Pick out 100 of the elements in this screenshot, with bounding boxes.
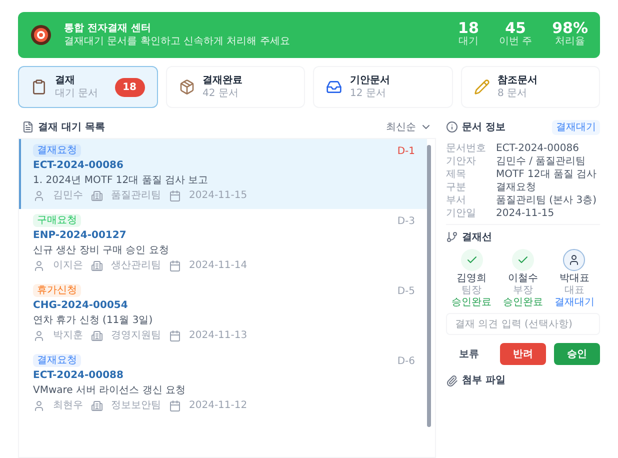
- stat-label: 이번 주: [498, 35, 532, 49]
- calendar-icon: [169, 260, 181, 272]
- field-label: 기안일: [446, 207, 477, 220]
- building-icon: [91, 190, 103, 202]
- author-name: 박지훈: [53, 329, 83, 342]
- department-name: 생산관리팀: [111, 259, 161, 272]
- department-name: 정보보안팀: [111, 399, 161, 412]
- approver-role: 대표: [564, 285, 584, 297]
- calendar-icon: [169, 400, 181, 412]
- inbox-icon: [326, 79, 342, 95]
- scrollbar[interactable]: [427, 145, 431, 427]
- tab-label: 결재완료: [202, 74, 244, 87]
- tab[interactable]: 결재완료 42 문서: [166, 66, 305, 108]
- field-value: 품질관리팀 (본사 3층): [496, 194, 597, 207]
- branch-icon: [446, 231, 458, 243]
- document-title: VMware 서버 라이선스 갱신 요청: [33, 384, 187, 397]
- field-value: 결재요청: [496, 181, 536, 194]
- field-label: 구분: [446, 181, 467, 194]
- tab[interactable]: 참조문서 8 문서: [460, 66, 600, 108]
- tab[interactable]: 결재 대기 문서 18: [18, 66, 158, 108]
- document-number: ECT-2024-00086: [33, 159, 124, 172]
- calendar-icon: [169, 190, 181, 202]
- tab-label: 기안문서: [350, 74, 391, 87]
- step-status: 승인완료: [452, 297, 492, 309]
- due-label: D-3: [397, 215, 415, 229]
- building-icon: [91, 330, 103, 342]
- document-date: 2024-11-14: [189, 259, 248, 272]
- department-name: 품질관리팀: [111, 189, 161, 202]
- sort-dropdown[interactable]: 최신순: [386, 120, 432, 134]
- document-tag: 결재요청: [33, 144, 81, 157]
- field-label: 제목: [446, 168, 467, 181]
- person-icon: [33, 190, 45, 202]
- approver-role: 부장: [512, 285, 533, 297]
- stat-value: 98%: [552, 21, 588, 35]
- document-date: 2024-11-13: [189, 329, 248, 342]
- calendar-icon: [169, 330, 181, 342]
- box-icon: [178, 79, 194, 95]
- document-tag: 결재요청: [33, 354, 81, 367]
- header-title: 통합 전자결재 센터: [64, 22, 152, 35]
- step-status: 승인완료: [502, 297, 543, 309]
- document-item[interactable]: 결재요청 ECT-2024-00086 1. 2024년 MOTF 12대 품질 검사 보고 김민수 품질관리팀 2024-11-15 D-1: [19, 139, 427, 209]
- field-label: 문서번호: [446, 142, 487, 155]
- header-subtitle: 결재대기 문서를 확인하고 신속하게 처리해 주세요: [64, 35, 291, 48]
- due-label: D-1: [397, 145, 415, 159]
- approver-name: 이철수: [508, 273, 538, 285]
- document-tag: 휴가신청: [33, 284, 81, 297]
- approver-name: 김영희: [456, 273, 487, 285]
- paperclip-icon: [446, 374, 458, 386]
- tab-label: 결재: [55, 74, 76, 87]
- document-title: 1. 2024년 MOTF 12대 품질 검사 보고: [33, 174, 210, 187]
- person-icon: [33, 260, 45, 272]
- document-title: 신규 생산 장비 구매 승인 요청: [33, 244, 170, 257]
- field-value: 2024-11-15: [496, 207, 554, 220]
- field-label: 기안자: [446, 155, 477, 168]
- pencil-icon: [474, 79, 490, 95]
- author-name: 최현우: [53, 399, 83, 412]
- tab-label: 참조문서: [498, 74, 538, 87]
- person-icon: [33, 330, 45, 342]
- tab[interactable]: 기안문서 12 문서: [313, 66, 452, 108]
- due-label: D-6: [397, 355, 415, 369]
- field-value: ECT-2024-00086: [496, 142, 579, 155]
- tab-subtitle: 12 문서: [350, 87, 387, 100]
- field-value: MOTF 12대 품질 검사: [496, 168, 597, 181]
- target-icon: [30, 24, 52, 46]
- comment-field[interactable]: 결재 의견 입력 (선택사항): [446, 313, 600, 335]
- document-title: 연차 휴가 신청 (11월 3일): [33, 314, 154, 327]
- info-icon: [446, 121, 458, 133]
- step-status: 결재대기: [554, 297, 594, 309]
- field-value: 김민수 / 품질관리팀: [496, 155, 586, 168]
- attachments-title: 첨부 파일: [462, 374, 506, 388]
- clipboard-icon: [31, 79, 47, 95]
- document-number: CHG-2024-00054: [33, 299, 129, 312]
- stat-value: 45: [505, 21, 526, 35]
- approver-name: 박대표: [559, 273, 590, 285]
- count-badge: 18: [114, 78, 144, 96]
- stat-value: 18: [458, 21, 479, 35]
- field-label: 부서: [446, 194, 467, 207]
- due-label: D-5: [397, 285, 415, 299]
- document-icon: [22, 121, 34, 133]
- document-date: 2024-11-15: [189, 189, 248, 202]
- stat-label: 대기: [458, 35, 478, 49]
- building-icon: [91, 400, 103, 412]
- detail-title: 문서 정보: [462, 120, 506, 134]
- document-tag: 구매요청: [33, 214, 81, 227]
- action-button[interactable]: 반려: [500, 343, 546, 365]
- approver-role: 팀장: [462, 285, 482, 297]
- tab-subtitle: 대기 문서: [55, 87, 100, 100]
- approval-title: 결재선: [462, 230, 492, 244]
- tab-subtitle: 8 문서: [498, 87, 528, 100]
- author-name: 김민수: [53, 189, 83, 202]
- tab-subtitle: 42 문서: [202, 87, 240, 100]
- status-badge: 결재대기: [552, 120, 600, 134]
- person-icon: [33, 400, 45, 412]
- document-date: 2024-11-12: [189, 399, 248, 412]
- document-number: ENP-2024-00127: [33, 229, 128, 242]
- stat-label: 처리율: [555, 35, 586, 49]
- author-name: 이지은: [53, 259, 83, 272]
- document-number: ECT-2024-00088: [33, 369, 124, 382]
- department-name: 경영지원팀: [111, 329, 161, 342]
- building-icon: [91, 260, 103, 272]
